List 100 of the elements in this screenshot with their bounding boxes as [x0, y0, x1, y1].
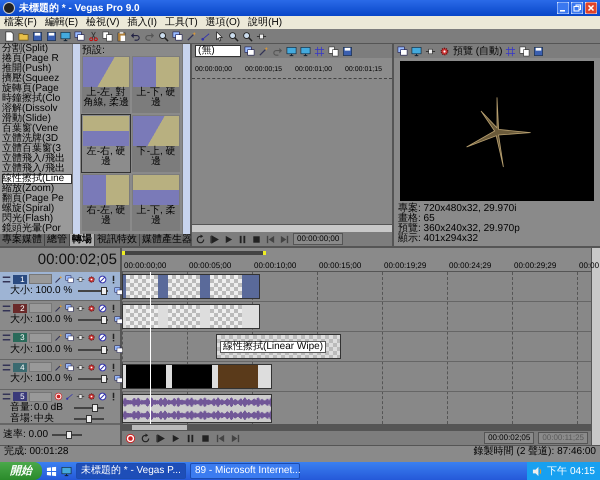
play-start-icon[interactable] [209, 234, 220, 244]
gear-icon[interactable] [87, 362, 96, 372]
gear-icon[interactable] [87, 304, 96, 313]
loop-icon[interactable] [195, 234, 206, 244]
transition-list-item[interactable]: 螺旋(Spiral) [2, 204, 72, 214]
monitor-icon[interactable] [411, 46, 422, 56]
slider-thumb[interactable] [100, 287, 107, 295]
play-icon[interactable] [170, 432, 181, 444]
record-icon[interactable] [54, 392, 63, 401]
transition-list-item[interactable]: 擠壓(Squeez [2, 74, 72, 84]
magnifier-icon[interactable] [242, 30, 253, 42]
transition-list-item[interactable]: 百葉窗(Vene [2, 124, 72, 134]
menu-item[interactable]: 工具(T) [164, 16, 198, 28]
slider-thumb[interactable] [100, 375, 107, 384]
wand-icon[interactable] [54, 274, 63, 284]
track-header[interactable]: 3 大小: 100.0 % [0, 330, 120, 360]
layers-icon[interactable] [65, 274, 74, 284]
menu-item[interactable]: 選項(O) [206, 16, 240, 28]
copy-icon[interactable] [102, 30, 113, 42]
transition-list-item[interactable]: 翻頁(Page Pe [2, 194, 72, 204]
transition-list-item[interactable]: 推開(Push) [2, 64, 72, 74]
undo-icon[interactable] [130, 30, 141, 42]
track-header[interactable]: 1 大小: 100.0 % [0, 272, 120, 302]
layers-icon[interactable] [172, 30, 183, 42]
scrollbar[interactable] [122, 424, 591, 432]
clipboard-icon[interactable] [116, 30, 127, 42]
collapse-icon[interactable] [2, 333, 11, 342]
floppy-icon[interactable] [46, 30, 57, 42]
video-clip[interactable] [122, 364, 272, 390]
gear-icon[interactable] [439, 46, 450, 56]
collapse-icon[interactable] [2, 304, 11, 313]
taskbar-button[interactable]: 89 - Microsoft Internet... [190, 463, 300, 479]
windows-logo-icon[interactable] [46, 466, 57, 476]
transition-list-item[interactable]: 立體百葉窗(3 [2, 144, 72, 154]
copy-icon[interactable] [519, 46, 530, 56]
slider-thumb[interactable] [100, 346, 107, 354]
layers-icon[interactable] [114, 345, 124, 354]
menu-item[interactable]: 插入(I) [127, 16, 157, 28]
no-entry-icon[interactable] [98, 304, 107, 313]
pause-icon[interactable] [237, 234, 248, 244]
pause-icon[interactable] [185, 432, 196, 444]
transition-list-item[interactable]: 旋轉頁(Page [2, 84, 72, 94]
transition-list-item[interactable]: 鏡頭光暈(Por [2, 224, 72, 234]
scrollbar[interactable] [72, 44, 80, 234]
transition-list-item[interactable]: 分割(Split) [2, 44, 72, 54]
wand-icon[interactable] [54, 333, 63, 342]
size-slider-track[interactable] [78, 319, 108, 322]
slider-thumb[interactable] [86, 414, 92, 422]
floppy-icon[interactable] [342, 46, 353, 56]
play-start-icon[interactable] [155, 432, 166, 444]
monitor-icon[interactable] [286, 46, 297, 56]
transition-preset[interactable]: 上-下, 柔邊 [132, 174, 180, 231]
magnifier-icon[interactable] [158, 30, 169, 42]
scrollbar[interactable] [182, 44, 190, 234]
gear-icon[interactable] [87, 392, 96, 401]
no-entry-icon[interactable] [98, 333, 107, 342]
loop-icon[interactable] [140, 432, 151, 444]
wand-icon[interactable] [186, 30, 197, 42]
transition-clip[interactable]: 線性擦拭(Linear Wipe) [216, 334, 341, 360]
size-slider-track[interactable] [78, 378, 108, 380]
layers-icon[interactable] [74, 30, 85, 42]
transition-list-item[interactable]: 立體洗牌(3D [2, 134, 72, 144]
slider-thumb[interactable] [100, 316, 107, 324]
transition-preset[interactable]: 上-下, 硬邊 [132, 56, 180, 113]
transition-preset[interactable]: 上-左, 對角線, 柔邊 [82, 56, 130, 113]
slider-thumb[interactable] [66, 430, 72, 439]
magnifier-icon[interactable] [228, 30, 239, 42]
floppy-icon[interactable] [533, 46, 544, 56]
restore-icon[interactable] [571, 2, 583, 14]
stop-icon[interactable] [251, 234, 262, 244]
rate-slider-track[interactable] [52, 434, 82, 436]
layers-icon[interactable] [65, 304, 74, 313]
dock-tab[interactable]: 轉場 [70, 234, 95, 246]
video-clip[interactable] [122, 274, 260, 300]
layers-icon[interactable] [244, 46, 255, 56]
transition-list-item[interactable]: 溶解(Dissolv [2, 104, 72, 114]
minimize-icon[interactable] [557, 2, 569, 14]
monitor-icon[interactable] [60, 30, 71, 42]
track-header[interactable]: 4 大小: 100.0 % [0, 360, 120, 390]
transition-preset[interactable]: 下-上, 硬邊 [132, 115, 180, 172]
audio-clip[interactable] [122, 394, 272, 424]
loop-region-bar[interactable] [122, 251, 266, 255]
copy-icon[interactable] [328, 46, 339, 56]
gear-icon[interactable] [87, 333, 96, 342]
layers-icon[interactable] [65, 362, 74, 372]
layers-icon[interactable] [397, 46, 408, 56]
transition-list-item[interactable]: 滑動(Slide) [2, 114, 72, 124]
no-entry-icon[interactable] [98, 274, 107, 284]
transition-list-item[interactable]: 時鐘擦拭(Clo [2, 94, 72, 104]
wand-icon[interactable] [54, 362, 63, 372]
video-clip[interactable] [122, 304, 260, 330]
transition-list-item[interactable]: 立體飛入/飛出 [2, 154, 72, 164]
scrollbar[interactable] [192, 224, 392, 232]
menu-item[interactable]: 編輯(E) [44, 16, 78, 28]
start-button[interactable]: 開始 [0, 462, 42, 480]
layers-icon[interactable] [65, 333, 74, 342]
collapse-icon[interactable] [2, 362, 11, 372]
dock-tab[interactable]: 專案媒體 [0, 234, 45, 246]
menu-item[interactable]: 說明(H) [248, 16, 282, 28]
gear-icon[interactable] [87, 274, 96, 284]
